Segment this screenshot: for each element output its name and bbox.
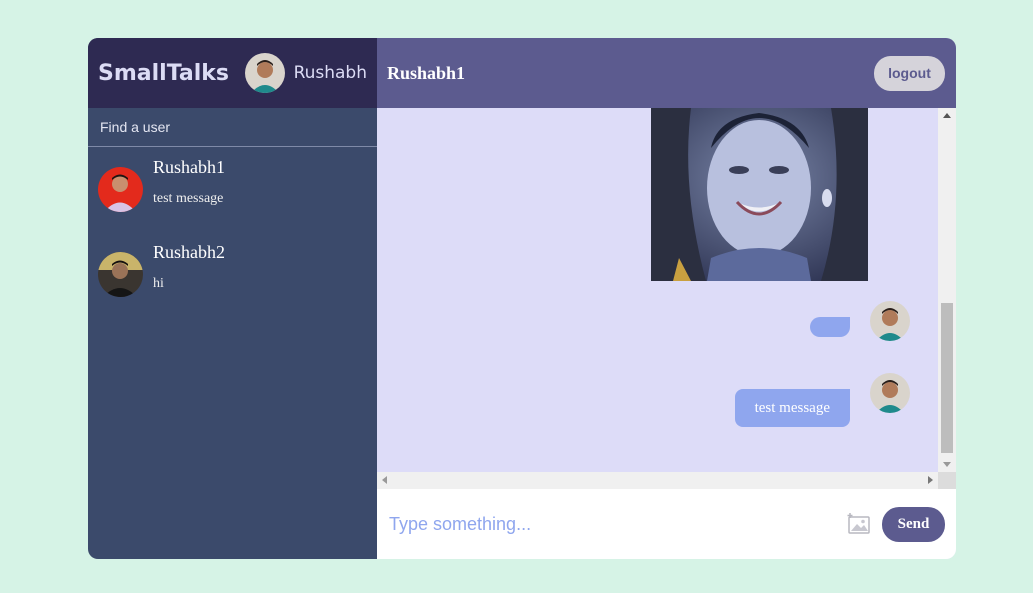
chat-name: Rushabh2 <box>153 242 225 262</box>
chat-name: Rushabh1 <box>153 157 225 177</box>
sidebar-header: SmallTalks Rushabh <box>88 38 377 108</box>
message-row <box>810 301 910 341</box>
scroll-down-icon[interactable] <box>943 462 951 467</box>
avatar <box>98 167 143 212</box>
scroll-right-icon[interactable] <box>928 476 933 484</box>
message-row: test message <box>734 373 910 427</box>
attach-image-icon[interactable] <box>846 512 872 536</box>
chat-panel: Rushabh1 logout test message Type someth… <box>377 38 956 559</box>
chat-item-rushabh2[interactable]: Rushabh2 hi <box>88 232 377 317</box>
chat-app: SmallTalks Rushabh Rushabh1 test message <box>88 38 956 559</box>
messages-area: test message <box>377 108 956 489</box>
sidebar: SmallTalks Rushabh Rushabh1 test message <box>88 38 377 559</box>
sender-avatar <box>870 301 910 341</box>
chat-info: Rushabh1 test message <box>153 157 225 232</box>
chat-title: Rushabh1 <box>387 62 466 83</box>
current-user-name: Rushabh <box>293 63 367 83</box>
logout-button[interactable]: logout <box>874 55 945 91</box>
chat-last-message: test message <box>153 191 224 206</box>
horizontal-scrollbar[interactable] <box>377 472 938 489</box>
message-input[interactable] <box>389 513 836 535</box>
chat-item-rushabh1[interactable]: Rushabh1 test message <box>88 147 377 232</box>
image-message[interactable] <box>651 108 868 281</box>
chat-header: Rushabh1 logout <box>377 38 956 108</box>
message-list: test message <box>377 108 938 472</box>
current-user-avatar <box>244 53 285 93</box>
user-search <box>88 108 377 147</box>
message-composer: Send <box>377 489 956 559</box>
scroll-left-icon[interactable] <box>382 476 387 484</box>
current-user: Rushabh <box>244 53 367 93</box>
chat-last-message: hi <box>153 276 164 291</box>
search-input[interactable] <box>100 119 365 135</box>
scroll-thumb[interactable] <box>941 303 953 453</box>
message-bubble <box>810 317 850 337</box>
sender-avatar <box>870 373 910 413</box>
vertical-scrollbar[interactable] <box>938 108 956 472</box>
send-button[interactable]: Send <box>882 506 945 542</box>
chat-info: Rushabh2 hi <box>153 242 225 317</box>
scrollbar-corner <box>938 472 956 489</box>
scroll-up-icon[interactable] <box>943 113 951 118</box>
brand-logo: SmallTalks <box>98 60 229 86</box>
avatar <box>98 252 143 297</box>
message-bubble: test message <box>734 389 850 427</box>
chat-list: Rushabh1 test message Rushabh2 hi <box>88 147 377 559</box>
